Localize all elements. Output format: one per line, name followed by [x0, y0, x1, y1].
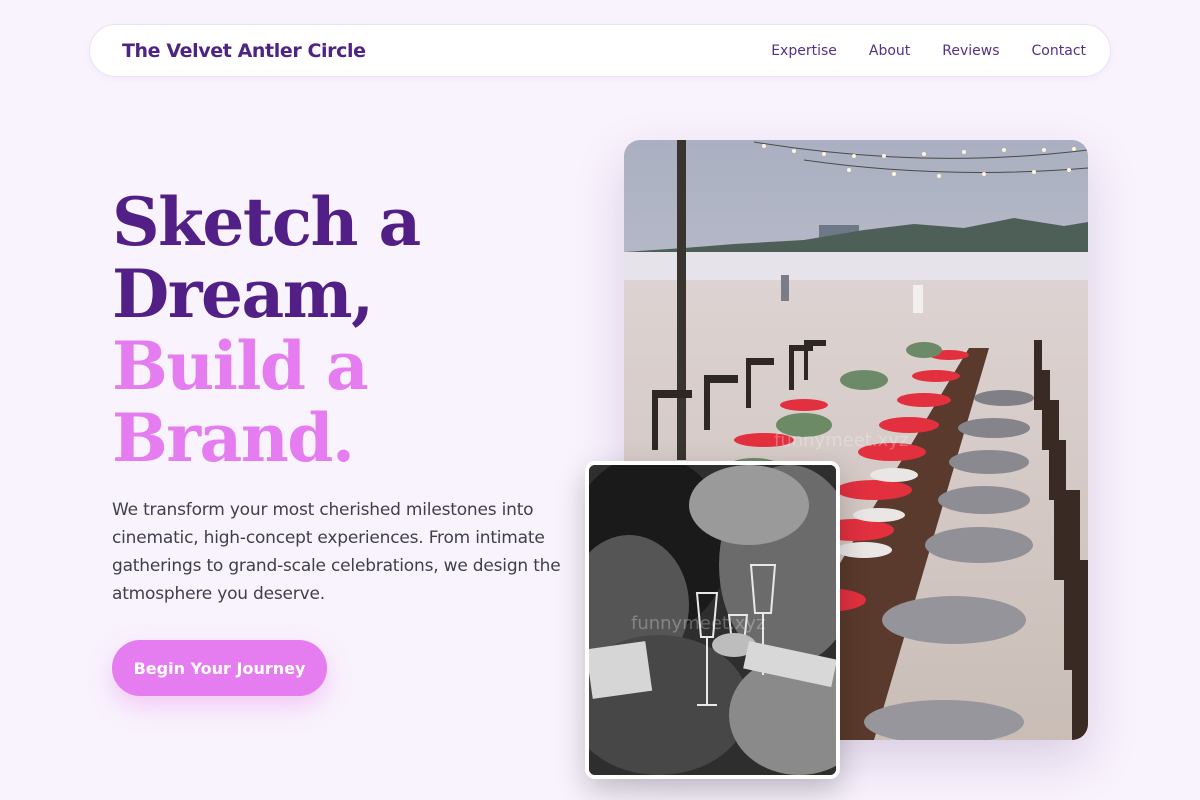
headline-line-1: Sketch a: [112, 183, 421, 261]
toast-photo: funnymeet.xyz: [585, 461, 840, 779]
brand-logo[interactable]: The Velvet Antler Circle: [122, 40, 366, 62]
nav-link-reviews[interactable]: Reviews: [942, 43, 999, 59]
landing-page: The Velvet Antler Circle Expertise About…: [0, 0, 1200, 800]
nav-link-about[interactable]: About: [869, 43, 910, 59]
hero-description: We transform your most cherished milesto…: [112, 500, 561, 604]
main-nav: Expertise About Reviews Contact: [771, 43, 1086, 59]
headline-line-2: Dream,: [112, 255, 374, 333]
headline-line-4: Brand.: [112, 399, 355, 477]
hero-headline: Sketch a Dream, Build a Brand.: [112, 183, 421, 477]
nav-link-expertise[interactable]: Expertise: [771, 43, 837, 59]
begin-journey-button[interactable]: Begin Your Journey: [112, 640, 327, 696]
nav-link-contact[interactable]: Contact: [1032, 43, 1086, 59]
headline-line-3: Build a: [112, 327, 369, 405]
navbar: The Velvet Antler Circle Expertise About…: [89, 24, 1111, 77]
